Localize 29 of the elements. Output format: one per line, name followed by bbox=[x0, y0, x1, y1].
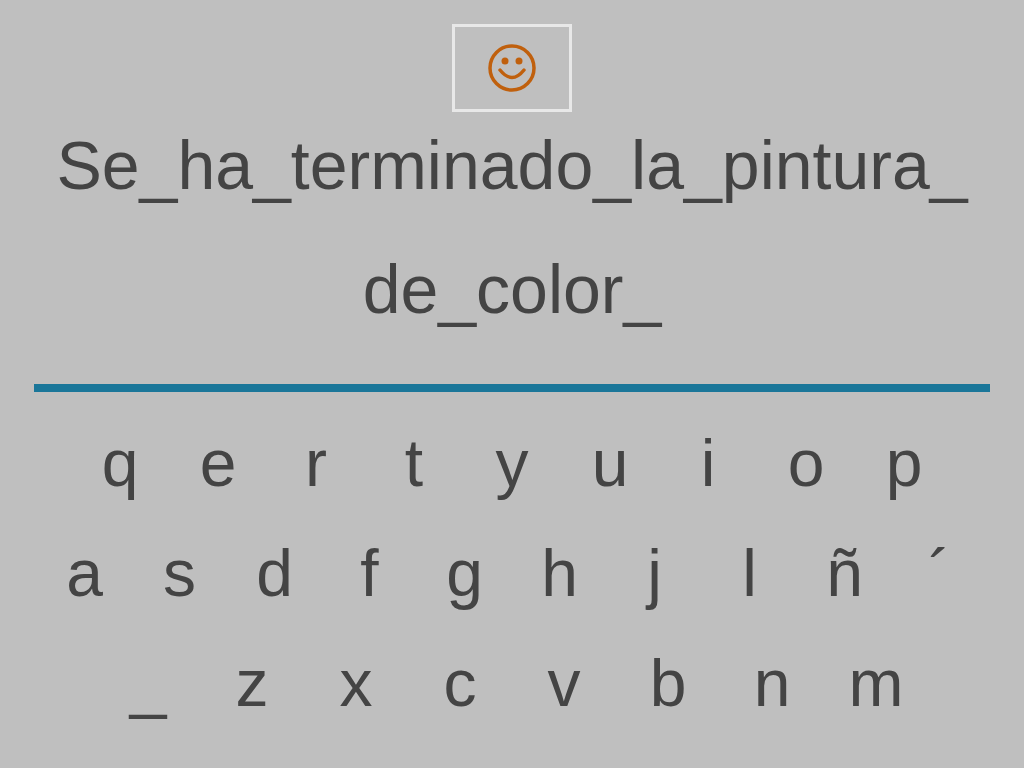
letter-key[interactable]: n bbox=[720, 638, 824, 728]
letter-key[interactable]: j bbox=[607, 528, 702, 618]
letter-key[interactable]: y bbox=[463, 418, 561, 508]
letter-key[interactable]: a bbox=[37, 528, 132, 618]
letter-key[interactable]: p bbox=[855, 418, 953, 508]
letter-key[interactable]: u bbox=[561, 418, 659, 508]
letter-key[interactable]: f bbox=[322, 528, 417, 618]
letter-key[interactable]: s bbox=[132, 528, 227, 618]
letter-key[interactable]: q bbox=[71, 418, 169, 508]
letter-key[interactable]: v bbox=[512, 638, 616, 728]
letter-key[interactable]: _ bbox=[96, 638, 200, 728]
sentence-line: Se_ha_terminado_la_pintura_ bbox=[56, 128, 968, 202]
letter-key[interactable]: t bbox=[365, 418, 463, 508]
letter-key[interactable]: x bbox=[304, 638, 408, 728]
letter-key[interactable]: l bbox=[702, 528, 797, 618]
letter-key[interactable]: c bbox=[408, 638, 512, 728]
letter-key[interactable]: e bbox=[169, 418, 267, 508]
letter-key[interactable]: h bbox=[512, 528, 607, 618]
letter-key[interactable]: ´ bbox=[892, 528, 987, 618]
sentence-line: de_color_ bbox=[362, 252, 662, 326]
letter-key[interactable]: d bbox=[227, 528, 322, 618]
letter-key[interactable]: g bbox=[417, 528, 512, 618]
letter-key[interactable]: r bbox=[267, 418, 365, 508]
letter-key[interactable]: b bbox=[616, 638, 720, 728]
letter-key[interactable]: i bbox=[659, 418, 757, 508]
letter-key[interactable]: z bbox=[200, 638, 304, 728]
letter-key[interactable]: ñ bbox=[797, 528, 892, 618]
letter-key[interactable]: o bbox=[757, 418, 855, 508]
letter-key[interactable]: m bbox=[824, 638, 928, 728]
